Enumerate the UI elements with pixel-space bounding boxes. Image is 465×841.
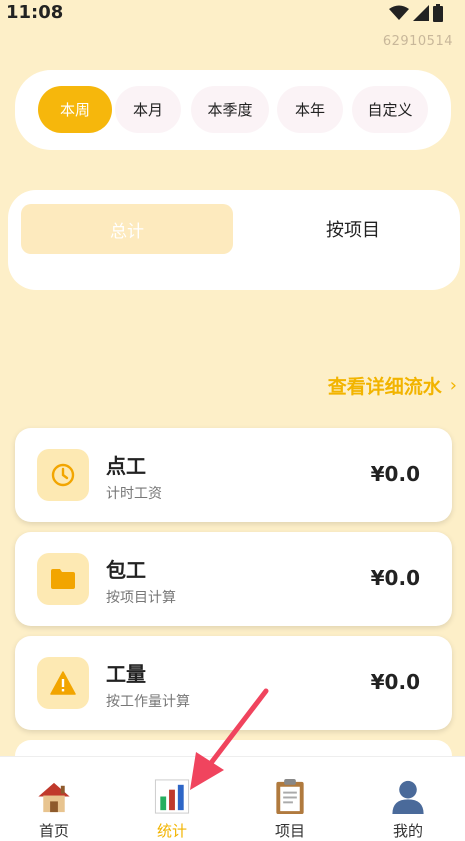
period-this-week[interactable]: 本周	[38, 86, 112, 133]
chevron-right-icon: ›	[449, 375, 457, 396]
view-detail-label: 查看详细流水	[327, 376, 442, 398]
stat-subtitle: 按工作量计算	[106, 694, 190, 710]
bottom-nav: 首页 统计 项目 我的	[0, 756, 465, 841]
stat-amount: ¥0.0	[370, 566, 420, 590]
battery-icon	[433, 4, 443, 22]
nav-stats[interactable]: 统计	[114, 757, 230, 841]
warning-icon	[37, 657, 89, 709]
stat-subtitle: 计时工资	[106, 486, 162, 502]
tab-by-project[interactable]: 按项目	[248, 204, 458, 254]
wifi-icon	[389, 5, 409, 20]
period-this-month[interactable]: 本月	[115, 86, 181, 133]
stat-amount: ¥0.0	[370, 670, 420, 694]
stat-card-hourly[interactable]: 点工 计时工资 ¥0.0	[15, 428, 452, 522]
stat-title: 工量	[106, 662, 146, 686]
nav-home[interactable]: 首页	[0, 757, 112, 841]
clipboard-icon	[276, 778, 304, 815]
view-detail-link[interactable]: 查看详细流水 ›	[328, 372, 457, 399]
nav-projects[interactable]: 项目	[232, 757, 348, 841]
period-selector: 本周 本月 本季度 本年 自定义	[15, 70, 451, 150]
signal-icon	[413, 5, 429, 21]
clock-icon	[37, 449, 89, 501]
folder-icon	[37, 553, 89, 605]
stat-subtitle: 按项目计算	[106, 590, 176, 606]
stat-title: 点工	[106, 454, 146, 478]
user-icon	[392, 780, 424, 815]
period-this-year[interactable]: 本年	[277, 86, 343, 133]
stat-title: 包工	[106, 558, 146, 582]
period-custom[interactable]: 自定义	[352, 86, 428, 133]
nav-projects-label: 项目	[274, 822, 305, 840]
nav-stats-label: 统计	[156, 822, 187, 840]
house-icon	[38, 782, 70, 813]
nav-profile[interactable]: 我的	[350, 757, 465, 841]
status-time: 11:08	[6, 2, 64, 23]
status-bar: 11:08	[0, 0, 465, 26]
status-icons	[389, 4, 443, 22]
nav-home-label: 首页	[38, 822, 69, 840]
stat-card-workload[interactable]: 工量 按工作量计算 ¥0.0	[15, 636, 452, 730]
period-this-quarter[interactable]: 本季度	[191, 86, 269, 133]
view-tabs: 总计 按项目	[8, 190, 460, 290]
stat-card-contract[interactable]: 包工 按项目计算 ¥0.0	[15, 532, 452, 626]
device-id: 62910514	[382, 34, 453, 49]
nav-profile-label: 我的	[392, 822, 423, 840]
tab-total[interactable]: 总计	[21, 204, 233, 254]
stat-amount: ¥0.0	[370, 462, 420, 486]
bar-chart-icon	[154, 779, 190, 814]
